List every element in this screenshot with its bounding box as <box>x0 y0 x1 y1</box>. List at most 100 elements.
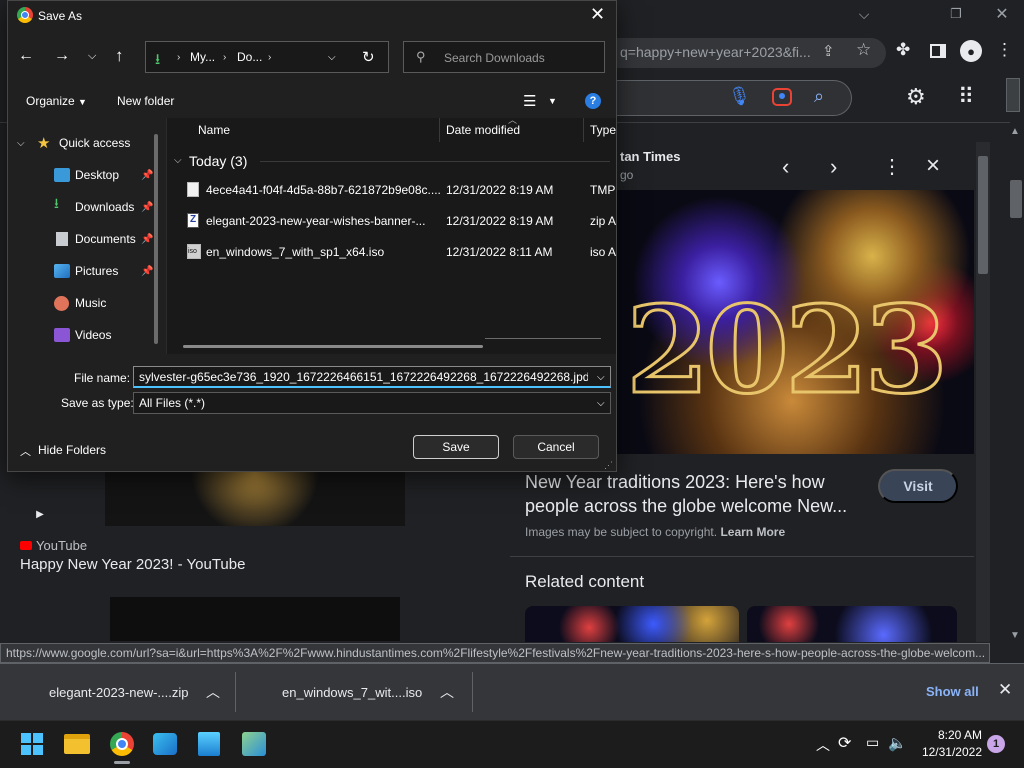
google-apps-icon[interactable]: ⠿ <box>958 84 974 110</box>
visit-button[interactable]: Visit <box>878 469 958 503</box>
next-chevron-icon[interactable]: › <box>830 154 837 180</box>
column-divider[interactable] <box>439 118 440 142</box>
nav-item-pictures[interactable]: Pictures 📌 <box>8 259 158 283</box>
nav-item-documents[interactable]: Documents 📌 <box>8 227 158 251</box>
file-name-input[interactable] <box>133 366 611 388</box>
help-icon[interactable]: ? <box>585 93 601 109</box>
result-title[interactable]: Happy New Year 2023! - YouTube <box>20 556 245 573</box>
column-divider[interactable] <box>583 118 584 142</box>
profile-avatar-icon[interactable]: ● <box>960 40 982 62</box>
shelf-close-icon[interactable]: ✕ <box>998 680 1012 700</box>
chrome-menu-icon[interactable]: ⋮ <box>996 40 1013 60</box>
forward-arrow-icon[interactable]: → <box>54 47 70 65</box>
previous-chevron-icon[interactable]: ‹ <box>782 154 789 180</box>
save-button[interactable]: Save <box>413 435 499 459</box>
nav-item-downloads[interactable]: ⭳ Downloads 📌 <box>8 195 158 219</box>
preview-image[interactable]: 2023 <box>610 190 974 454</box>
address-dropdown-icon[interactable]: ⌵ <box>328 52 336 63</box>
cancel-button[interactable]: Cancel <box>513 435 599 459</box>
volume-icon[interactable]: 🔈 <box>888 734 907 752</box>
tray-overflow-icon[interactable]: ︿ <box>816 735 830 755</box>
group-collapse-icon[interactable]: ⌵ <box>174 155 182 166</box>
recent-locations-chevron-icon[interactable]: ⌵ <box>88 50 96 63</box>
scroll-up-icon[interactable]: ▲ <box>1010 126 1020 137</box>
omnibox-url[interactable]: q=happy+new+year+2023&fi... <box>620 44 811 60</box>
panel-title[interactable]: New Year traditions 2023: Here's how peo… <box>525 470 865 518</box>
file-row[interactable]: 4ece4a41-f04f-4d5a-88b7-621872b9e08c....… <box>167 176 616 204</box>
download-name[interactable]: en_windows_7_wit....iso <box>282 685 422 700</box>
show-all-link[interactable]: Show all <box>926 684 979 699</box>
pin-icon[interactable]: 📌 <box>141 170 153 181</box>
chevron-up-icon[interactable]: ︿ <box>20 443 31 459</box>
panel-source[interactable]: tan Times <box>620 149 680 164</box>
top-scrollbar[interactable] <box>1006 78 1020 112</box>
share-icon[interactable]: ⇪ <box>822 42 835 60</box>
scroll-down-icon[interactable]: ▼ <box>1010 630 1020 641</box>
settings-gear-icon[interactable]: ⚙ <box>906 84 926 110</box>
more-options-icon[interactable]: ⋮ <box>882 154 902 179</box>
extensions-icon[interactable]: ✤ <box>896 40 910 60</box>
resize-grip-icon[interactable]: ⋰ <box>604 460 613 471</box>
organize-button[interactable]: Organize ▼ <box>26 94 87 108</box>
breadcrumb-chevron-icon[interactable]: › <box>268 52 271 63</box>
learn-more-link[interactable]: Learn More <box>720 525 785 539</box>
result-thumbnail[interactable] <box>110 597 400 641</box>
up-arrow-icon[interactable]: ↑ <box>115 46 124 66</box>
related-thumbnail[interactable] <box>525 606 739 642</box>
chevron-up-icon[interactable]: ︿ <box>440 682 454 702</box>
pin-icon[interactable]: 📌 <box>141 266 153 277</box>
windows-start-icon[interactable] <box>21 733 43 755</box>
app-icon[interactable] <box>153 733 177 755</box>
view-options-icon[interactable]: ☰ <box>523 92 536 110</box>
refresh-icon[interactable]: ↻ <box>362 48 375 66</box>
play-icon[interactable]: ▶ <box>28 503 52 525</box>
chevron-up-icon[interactable]: ︿ <box>206 682 220 702</box>
column-header-date[interactable]: Date modified <box>446 123 520 137</box>
chevron-down-icon[interactable]: ▼ <box>548 96 557 106</box>
restore-icon[interactable]: ❐ <box>944 4 968 24</box>
related-thumbnail[interactable] <box>747 606 957 642</box>
file-row[interactable]: en_windows_7_with_sp1_x64.iso 12/31/2022… <box>167 238 616 266</box>
search-icon[interactable]: ⌕ <box>814 86 824 107</box>
dialog-close-icon[interactable]: ✕ <box>590 4 605 25</box>
app-icon[interactable] <box>242 732 266 756</box>
column-header-type[interactable]: Type <box>590 123 616 137</box>
horizontal-scrollbar[interactable] <box>183 345 483 348</box>
address-bar[interactable] <box>145 41 389 73</box>
app-icon[interactable] <box>198 732 220 756</box>
nav-scrollbar[interactable] <box>154 134 158 344</box>
nav-item-music[interactable]: Music <box>8 291 158 315</box>
breadcrumb-item[interactable]: My... <box>190 50 215 64</box>
video-thumbnail[interactable] <box>105 466 405 526</box>
nav-item-videos[interactable]: Videos <box>8 323 158 347</box>
back-arrow-icon[interactable]: ← <box>18 47 34 65</box>
chevron-down-icon[interactable]: ⌵ <box>17 138 25 149</box>
panel-close-icon[interactable]: × <box>926 152 940 180</box>
group-label[interactable]: Today (3) <box>189 153 247 169</box>
pin-icon[interactable]: 📌 <box>141 234 153 245</box>
side-panel-icon[interactable] <box>930 44 946 58</box>
save-type-select[interactable]: All Files (*.*) <box>133 392 611 414</box>
clock-time[interactable]: 8:20 AM <box>922 728 982 742</box>
new-folder-button[interactable]: New folder <box>117 94 174 108</box>
column-header-name[interactable]: Name <box>198 123 230 137</box>
lens-icon[interactable] <box>772 88 792 106</box>
nav-item-desktop[interactable]: Desktop 📌 <box>8 163 158 187</box>
network-icon[interactable]: ▭ <box>866 734 879 751</box>
panel-scroll-thumb[interactable] <box>978 156 988 274</box>
download-name[interactable]: elegant-2023-new-....zip <box>49 685 188 700</box>
bookmark-star-icon[interactable]: ☆ <box>856 40 871 60</box>
chevron-down-icon[interactable]: ⌵ <box>597 398 605 409</box>
breadcrumb-chevron-icon[interactable]: › <box>223 52 226 63</box>
hide-folders-button[interactable]: Hide Folders <box>38 443 106 457</box>
clock-date[interactable]: 12/31/2022 <box>918 745 982 759</box>
page-scroll-thumb[interactable] <box>1010 180 1022 218</box>
notification-badge[interactable]: 1 <box>987 735 1005 753</box>
breadcrumb-chevron-icon[interactable]: › <box>177 52 180 63</box>
minimize-icon[interactable]: ⌵ <box>852 4 876 24</box>
pin-icon[interactable]: 📌 <box>141 202 153 213</box>
breadcrumb-item[interactable]: Do... <box>237 50 262 64</box>
sync-icon[interactable]: ⟳ <box>838 733 851 753</box>
window-close-icon[interactable]: ✕ <box>990 4 1014 24</box>
file-explorer-icon[interactable] <box>64 734 90 754</box>
